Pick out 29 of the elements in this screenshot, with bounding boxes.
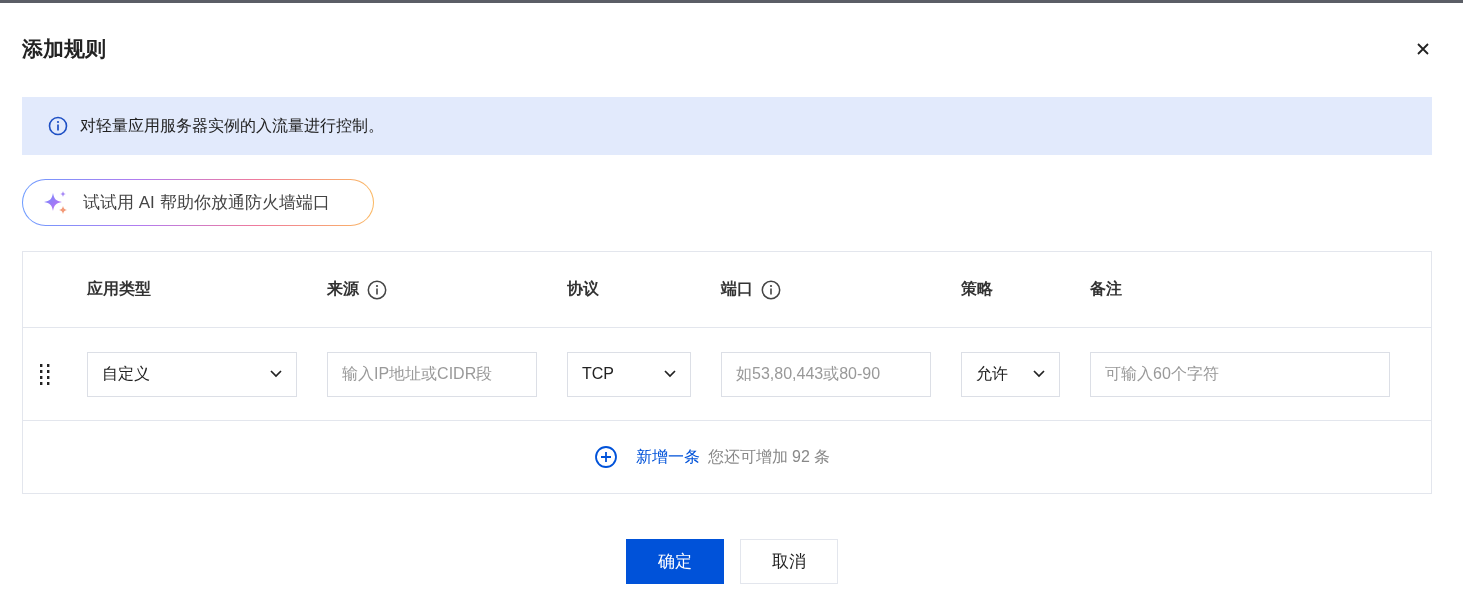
sparkle-icon <box>43 189 69 216</box>
select-field[interactable]: TCP <box>567 351 691 397</box>
remaining-count-text: 您还可增加 92 条 <box>707 446 831 467</box>
close-icon[interactable] <box>1416 42 1430 56</box>
add-circle-icon[interactable] <box>593 445 618 469</box>
info-icon <box>48 116 68 136</box>
column-header: 备注 <box>1090 279 1122 299</box>
add-rule-link[interactable]: 新增一条 <box>635 446 700 468</box>
column-header: 策略 <box>961 279 993 299</box>
chevron-down-icon <box>664 370 676 378</box>
confirm-button[interactable]: 确定 <box>625 539 724 584</box>
column-header: 端口 <box>721 279 753 299</box>
input-field[interactable]: 输入IP地址或CIDR段 <box>327 351 537 397</box>
column-header: 协议 <box>567 279 599 299</box>
ai-assist-button[interactable]: 试试用 AI 帮助你放通防火墙端口 <box>22 179 374 226</box>
select-field[interactable]: 自定义 <box>87 351 297 397</box>
drag-handle-icon[interactable] <box>39 363 51 385</box>
info-text: 对轻量应用服务器实例的入流量进行控制。 <box>80 115 384 136</box>
column-header: 应用类型 <box>87 279 151 299</box>
info-icon[interactable] <box>761 279 781 300</box>
cancel-button[interactable]: 取消 <box>739 539 838 584</box>
info-icon[interactable] <box>367 279 387 300</box>
input-field[interactable]: 可输入60个字符 <box>1090 351 1390 397</box>
chevron-down-icon <box>270 370 282 378</box>
chevron-down-icon <box>1033 370 1045 378</box>
column-header: 来源 <box>327 279 359 299</box>
input-field[interactable]: 如53,80,443或80-90 <box>721 351 931 397</box>
select-field[interactable]: 允许 <box>961 351 1060 397</box>
dialog-title: 添加规则 <box>22 36 106 62</box>
